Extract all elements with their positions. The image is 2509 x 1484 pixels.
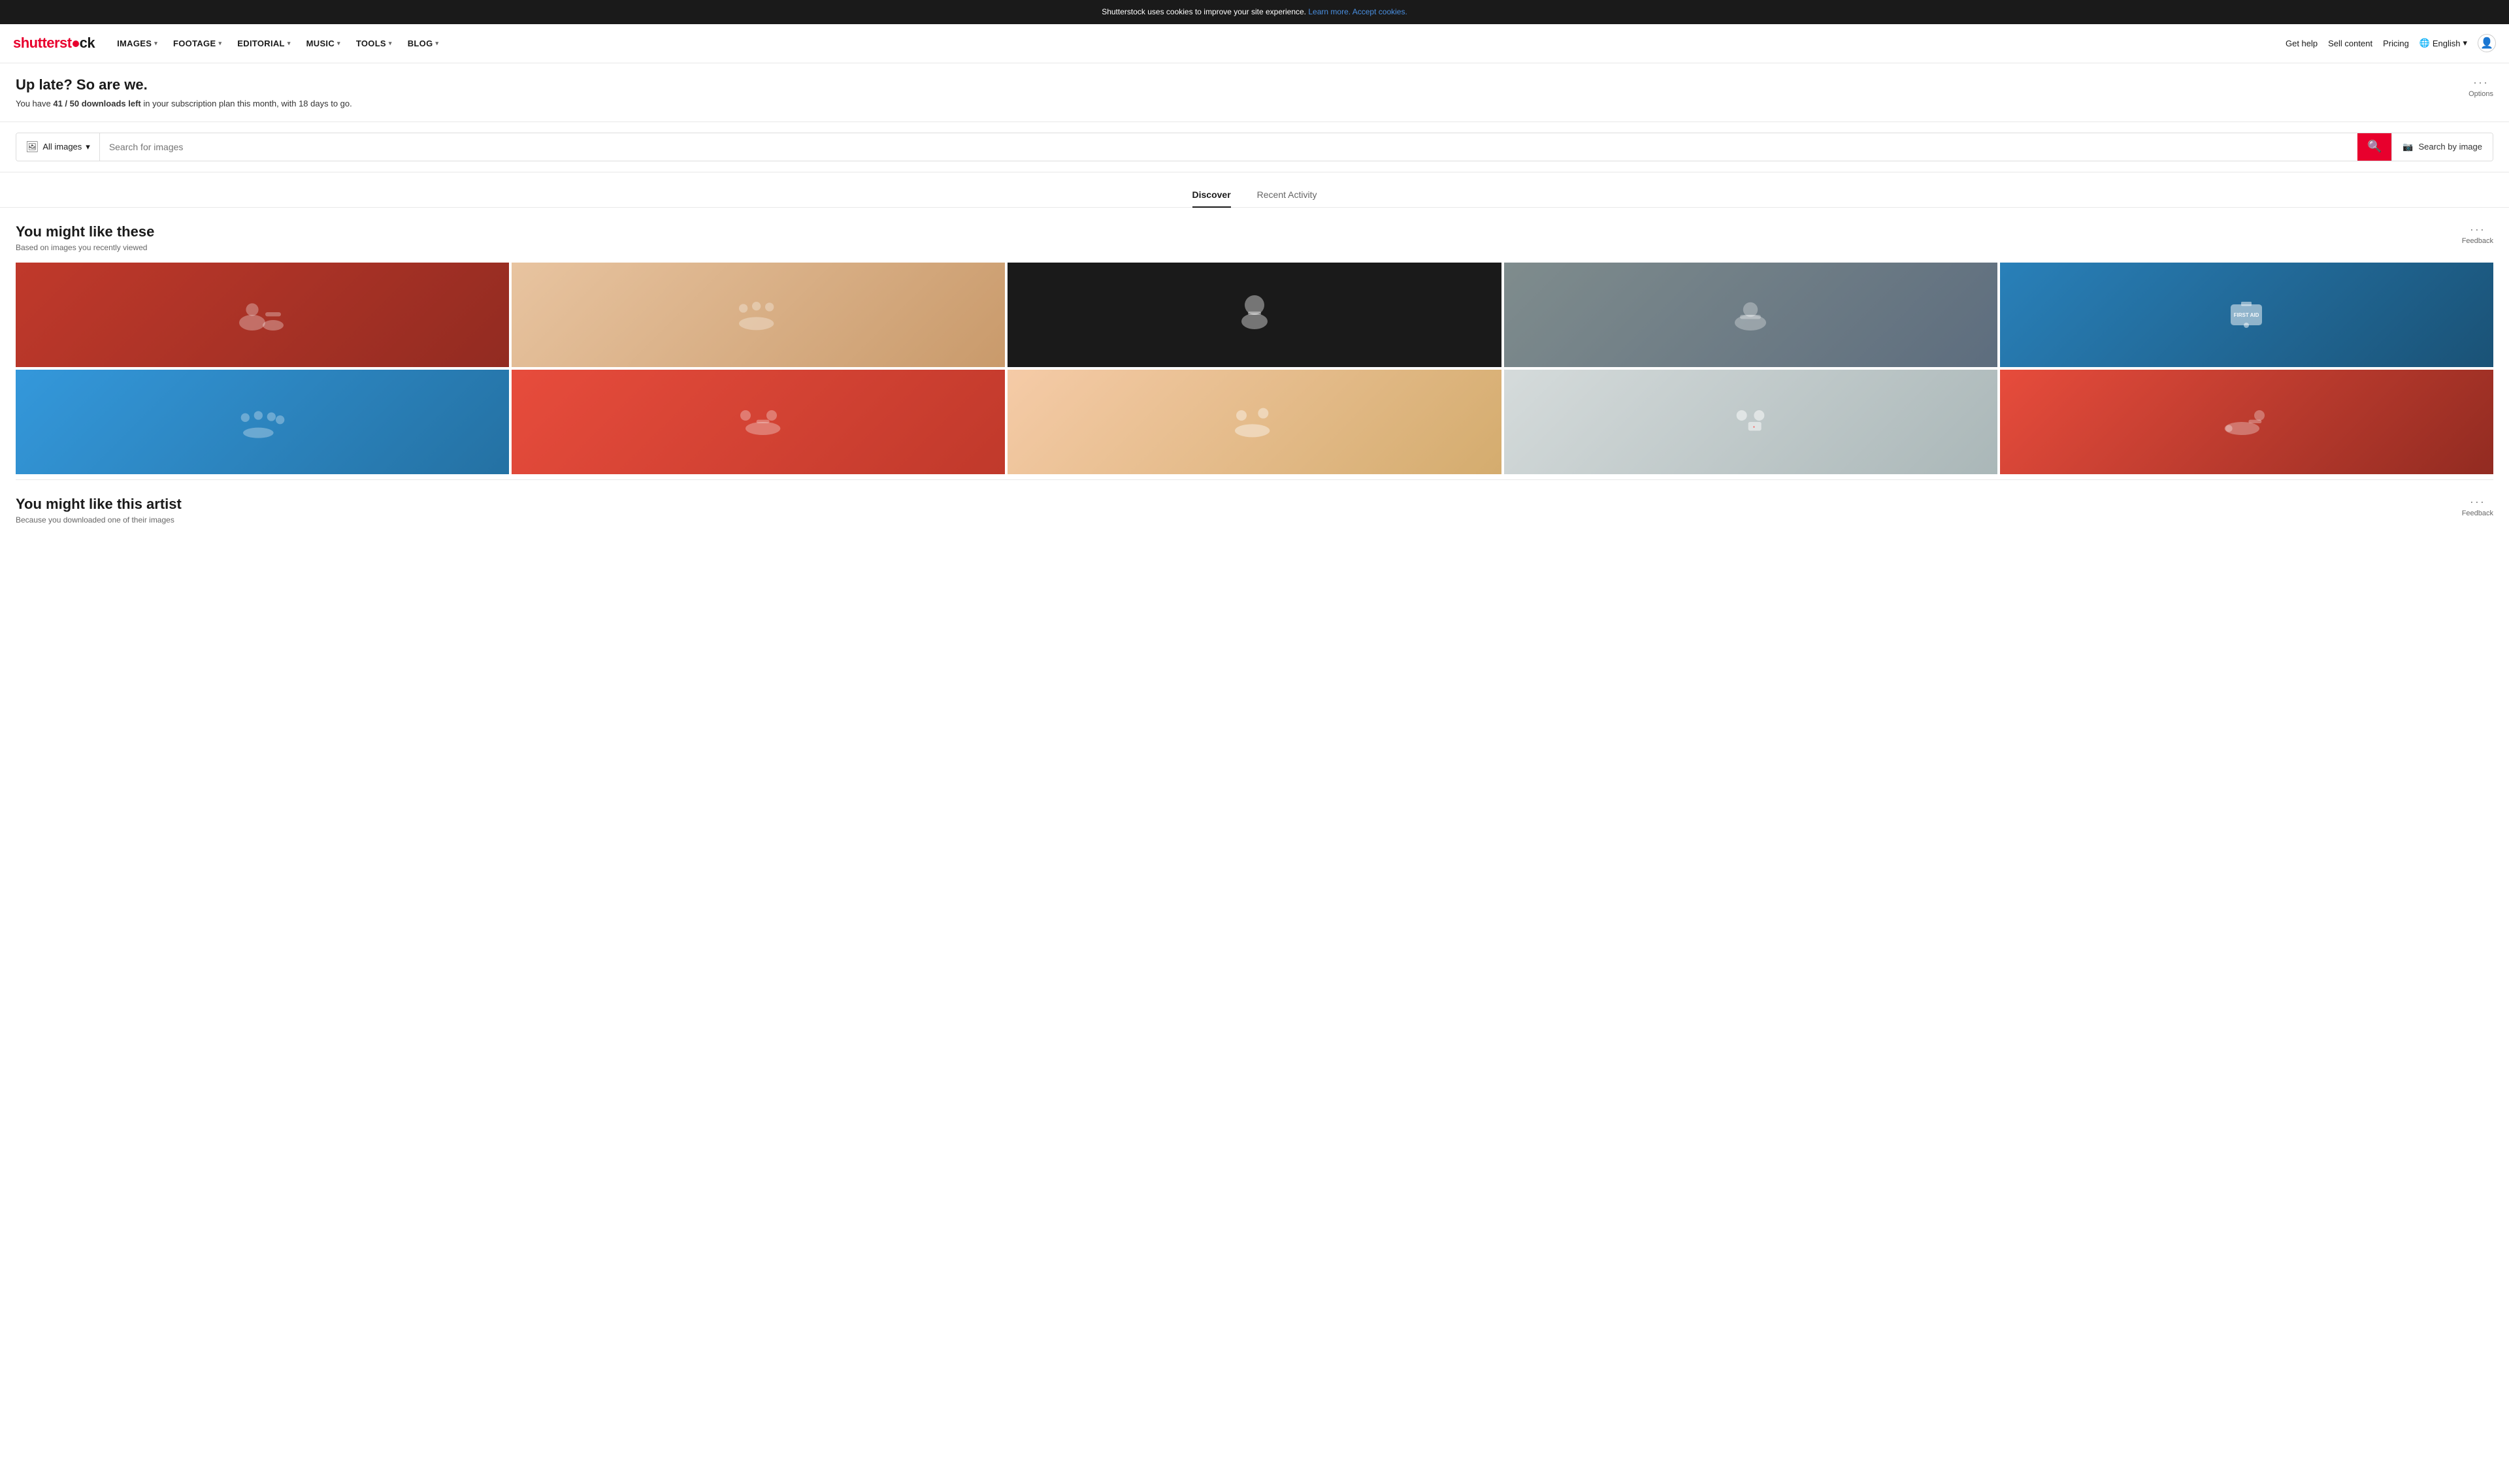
search-type-arrow: ▾ (86, 142, 90, 152)
image-grid-row-2: + (16, 370, 2493, 474)
nav-footage[interactable]: FOOTAGE ▾ (167, 33, 228, 54)
main-nav: IMAGES ▾ FOOTAGE ▾ EDITORIAL ▾ MUSIC ▾ T… (110, 33, 2286, 54)
image-item-4[interactable] (1504, 263, 1997, 367)
image-placeholder-7 (512, 370, 1005, 474)
logo-icon (73, 40, 79, 47)
image-placeholder-5: FIRST AID (2000, 263, 2493, 367)
banner-title: Up late? So are we. (16, 76, 2493, 93)
tabs-section: Discover Recent Activity (0, 172, 2509, 208)
image-placeholder-3 (1008, 263, 1501, 367)
image-item-8[interactable] (1008, 370, 1501, 474)
nav-blog[interactable]: BLOG ▾ (401, 33, 446, 54)
user-account-icon[interactable]: 👤 (2478, 34, 2496, 52)
search-bar: 🖼 All images ▾ 🔍 📷 Search by image (16, 133, 2493, 161)
search-submit-button[interactable]: 🔍 (2357, 133, 2391, 161)
image-item-3[interactable] (1008, 263, 1501, 367)
image-item-9[interactable]: + (1504, 370, 1997, 474)
section-header-likes: You might like these Based on images you… (16, 223, 2493, 252)
search-icon: 🔍 (2367, 140, 2382, 153)
section-you-might-like-these: You might like these Based on images you… (16, 223, 2493, 474)
logo[interactable]: shutterstck (13, 35, 95, 52)
section-divider (16, 479, 2493, 480)
section-subtitle-artist: Because you downloaded one of their imag… (16, 515, 182, 524)
section-info-artist: You might like this artist Because you d… (16, 496, 182, 524)
image-placeholder-1 (16, 263, 509, 367)
nav-images[interactable]: IMAGES ▾ (110, 33, 164, 54)
nav-music[interactable]: MUSIC ▾ (300, 33, 347, 54)
options-dots-icon: ··· (2473, 76, 2489, 88)
main-content: You might like these Based on images you… (0, 208, 2509, 551)
image-item-2[interactable] (512, 263, 1005, 367)
image-item-10[interactable] (2000, 370, 2493, 474)
search-input[interactable] (100, 133, 2357, 161)
search-by-image-button[interactable]: 📷 Search by image (2391, 133, 2493, 161)
pricing-link[interactable]: Pricing (2383, 39, 2409, 48)
header-right: Get help Sell content Pricing 🌐 English … (2286, 34, 2496, 52)
section-title-likes: You might like these (16, 223, 154, 240)
feedback-dots-icon: ··· (2470, 223, 2485, 235)
svg-text:FIRST AID: FIRST AID (2234, 312, 2259, 318)
site-header: shutterstck IMAGES ▾ FOOTAGE ▾ EDITORIAL… (0, 24, 2509, 63)
feedback-dots-icon-2: ··· (2470, 496, 2485, 508)
section-header-artist: You might like this artist Because you d… (16, 496, 2493, 524)
learn-more-link[interactable]: Learn more. (1308, 7, 1351, 16)
cookie-text: Shutterstock uses cookies to improve you… (1102, 7, 1306, 16)
logo-text: shutterstck (13, 35, 95, 52)
nav-editorial-arrow: ▾ (287, 40, 291, 47)
sell-content-link[interactable]: Sell content (2328, 39, 2372, 48)
image-filter-icon: 🖼 (25, 140, 39, 153)
search-section: 🖼 All images ▾ 🔍 📷 Search by image (0, 122, 2509, 172)
image-item-5[interactable]: FIRST AID (2000, 263, 2493, 367)
feedback-button-artist[interactable]: ··· Feedback (2462, 496, 2493, 517)
language-selector[interactable]: 🌐 English ▾ (2419, 38, 2467, 48)
tab-discover[interactable]: Discover (1192, 183, 1231, 208)
cookie-banner: Shutterstock uses cookies to improve you… (0, 0, 2509, 24)
svg-text:+: + (1753, 425, 1755, 429)
section-title-artist: You might like this artist (16, 496, 182, 513)
image-placeholder-6 (16, 370, 509, 474)
image-placeholder-9: + (1504, 370, 1997, 474)
nav-images-arrow: ▾ (154, 40, 157, 47)
get-help-link[interactable]: Get help (2286, 39, 2318, 48)
image-item-1[interactable] (16, 263, 509, 367)
image-placeholder-10 (2000, 370, 2493, 474)
section-info-likes: You might like these Based on images you… (16, 223, 154, 252)
globe-icon: 🌐 (2419, 38, 2430, 48)
tab-recent-activity[interactable]: Recent Activity (1257, 183, 1317, 208)
image-grid-row-1: FIRST AID (16, 263, 2493, 367)
feedback-button-likes[interactable]: ··· Feedback (2462, 223, 2493, 245)
lang-arrow: ▾ (2463, 38, 2467, 48)
section-subtitle-likes: Based on images you recently viewed (16, 243, 154, 252)
nav-editorial[interactable]: EDITORIAL ▾ (231, 33, 297, 54)
banner-description: You have 41 / 50 downloads left in your … (16, 99, 2493, 108)
subscription-banner: Up late? So are we. You have 41 / 50 dow… (0, 63, 2509, 122)
accept-cookies-link[interactable]: Accept cookies. (1353, 7, 1407, 16)
nav-music-arrow: ▾ (337, 40, 340, 47)
nav-blog-arrow: ▾ (436, 40, 439, 47)
image-item-6[interactable] (16, 370, 509, 474)
image-item-7[interactable] (512, 370, 1005, 474)
search-type-button[interactable]: 🖼 All images ▾ (16, 133, 100, 161)
camera-icon: 📷 (2402, 142, 2413, 152)
options-button[interactable]: ··· Options (2468, 76, 2493, 98)
section-you-might-like-artist: You might like this artist Because you d… (16, 496, 2493, 524)
nav-tools-arrow: ▾ (389, 40, 392, 47)
image-placeholder-4 (1504, 263, 1997, 367)
image-placeholder-2 (512, 263, 1005, 367)
nav-footage-arrow: ▾ (218, 40, 221, 47)
nav-tools[interactable]: TOOLS ▾ (350, 33, 399, 54)
image-placeholder-8 (1008, 370, 1501, 474)
